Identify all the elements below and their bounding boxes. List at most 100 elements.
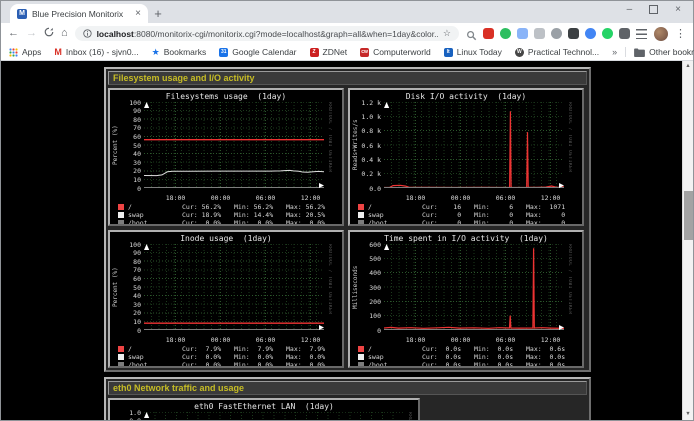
speaker-extension-icon[interactable] bbox=[551, 28, 562, 39]
profile-avatar[interactable] bbox=[654, 27, 668, 41]
window-close-button[interactable]: × bbox=[675, 4, 681, 15]
legend-swatch bbox=[358, 346, 364, 352]
forward-button-icon[interactable]: → bbox=[26, 28, 37, 39]
bookmark-apps[interactable]: Apps bbox=[9, 47, 41, 57]
address-bar[interactable]: localhost:8080/monitorix-cgi/monitorix.c… bbox=[75, 26, 459, 41]
legend-value: Cur: 0.0s bbox=[422, 361, 474, 368]
window-maximize-button[interactable] bbox=[649, 5, 658, 14]
tab-close-icon[interactable]: × bbox=[135, 9, 141, 19]
bookmark-zdnet-icon: Z bbox=[310, 48, 319, 57]
x-tick-label: 00:00 bbox=[448, 194, 474, 202]
graph-panel-inode-usage[interactable]: Inode usage (1day)Percent (%)10090807060… bbox=[108, 230, 344, 368]
browser-menu-icon[interactable]: ⋮ bbox=[675, 27, 686, 40]
evernote-extension-icon[interactable] bbox=[500, 28, 511, 39]
url-path: :8080/monitorix-cgi/monitorix.cgi?mode=l… bbox=[134, 29, 438, 39]
legend-label: / bbox=[368, 345, 422, 353]
x-axis-ticks: 18:0000:0006:0012:00 bbox=[384, 335, 564, 344]
y-axis-label: Percent (%) bbox=[112, 102, 121, 188]
section-header-filesystem: Filesystem usage and I/O activity bbox=[108, 71, 587, 85]
graph-title: Disk I/O activity (1day) bbox=[352, 92, 580, 102]
scrollbar-up-arrow[interactable]: ▲ bbox=[683, 61, 693, 72]
y-tick-label: 300 bbox=[369, 284, 381, 292]
legend-value: Max: 56.2% bbox=[286, 203, 338, 211]
bookmark-linux-today[interactable]: ltLinux Today bbox=[444, 47, 502, 57]
graph-panel-time-spent-io[interactable]: Time spent in I/O activity (1day)Millise… bbox=[348, 230, 584, 368]
y-tick-label: 200 bbox=[369, 298, 381, 306]
whatsapp-extension-icon[interactable] bbox=[602, 28, 613, 39]
apps-grid-icon bbox=[9, 48, 18, 57]
bookmark-label: Practical Technol... bbox=[528, 47, 599, 57]
y-tick-label: 0.8 k bbox=[361, 127, 381, 135]
graph-panel-disk-io-activity[interactable]: Disk I/O activity (1day)Reads+Writes/s1.… bbox=[348, 88, 584, 226]
bookmark-computerworld[interactable]: cwComputerworld bbox=[360, 47, 431, 57]
url-text[interactable]: localhost:8080/monitorix-cgi/monitorix.c… bbox=[97, 29, 438, 39]
screenshot-extension-icon[interactable] bbox=[534, 28, 545, 39]
mail-extension-icon[interactable] bbox=[483, 28, 494, 39]
star-icon: ★ bbox=[152, 48, 160, 57]
y-tick-label: 0.9 bbox=[129, 417, 141, 420]
legend-row: /Cur: 7.9%Min: 7.9%Max: 7.9% bbox=[118, 345, 338, 353]
bookmark-inbox[interactable]: MInbox (16) - sjvn0... bbox=[54, 47, 138, 57]
legend-value: Cur: 0.0s bbox=[422, 353, 474, 361]
browser-toolbar: ← → ⌂ localhost:8080/monitorix-cgi/monit… bbox=[1, 23, 693, 44]
reload-button-icon[interactable] bbox=[44, 27, 54, 40]
y-axis-ticks: 1009080706050403020100 bbox=[121, 102, 144, 188]
y-tick-label: 10 bbox=[133, 318, 141, 326]
scrollbar-down-arrow[interactable]: ▼ bbox=[683, 409, 693, 420]
window-minimize-button[interactable]: – bbox=[627, 4, 633, 15]
y-tick-label: 40 bbox=[133, 292, 141, 300]
y-axis-label: Percent (%) bbox=[112, 244, 121, 330]
legend-row: swapCur: 0Min: 0Max: 0 bbox=[358, 211, 578, 219]
y-tick-label: 0.2 k bbox=[361, 170, 381, 178]
x-tick-label: 18:00 bbox=[403, 336, 429, 344]
dark-mode-extension-icon[interactable] bbox=[568, 28, 579, 39]
legend-label: / bbox=[368, 203, 422, 211]
x-axis-ticks: 18:0000:0006:0012:00 bbox=[384, 193, 564, 202]
y-tick-label: 600 bbox=[369, 241, 381, 249]
legend-value: Cur: 16 bbox=[422, 203, 474, 211]
plot-area bbox=[144, 102, 324, 193]
browser-window: M Blue Precision Monitorix × + – × ← → ⌂… bbox=[0, 0, 694, 421]
graph-panel-eth0-traffic[interactable]: eth0 FastEthernet LAN (1day)1.00.90.80.7… bbox=[108, 398, 420, 420]
y-tick-label: 0.0 bbox=[369, 185, 381, 193]
legend-value: Min: 0.0% bbox=[234, 219, 286, 226]
rrdtool-watermark: RRDTOOL / TOBI OETIKER bbox=[324, 102, 332, 188]
new-tab-button[interactable]: + bbox=[148, 5, 168, 23]
other-bookmarks-button[interactable]: Other bookmarks bbox=[634, 47, 694, 57]
x-tick-label: 18:00 bbox=[163, 336, 189, 344]
legend-swatch bbox=[118, 362, 124, 368]
y-axis-ticks: 1.00.90.80.70.60.50.40.30.20.10.0 bbox=[121, 412, 144, 420]
legend-label: swap bbox=[368, 211, 422, 219]
browser-tab[interactable]: M Blue Precision Monitorix × bbox=[10, 4, 148, 23]
copy-extension-icon[interactable] bbox=[517, 28, 528, 39]
bookmarks-overflow-chevron[interactable]: » bbox=[612, 47, 617, 57]
x-tick-label: 00:00 bbox=[208, 336, 234, 344]
puzzle-extensions-icon[interactable] bbox=[619, 28, 630, 39]
meet-extension-icon[interactable] bbox=[585, 28, 596, 39]
legend-label: swap bbox=[128, 353, 182, 361]
legend-label: /boot bbox=[128, 361, 182, 368]
x-tick-label: 06:00 bbox=[253, 194, 279, 202]
y-tick-label: 0 bbox=[137, 185, 141, 193]
search-extension-icon[interactable] bbox=[466, 28, 477, 39]
bookmark-zdnet[interactable]: ZZDNet bbox=[310, 47, 348, 57]
reading-list-icon[interactable] bbox=[636, 29, 647, 39]
graph-panel-filesystems-usage[interactable]: Filesystems usage (1day)Percent (%)10090… bbox=[108, 88, 344, 226]
y-tick-label: 500 bbox=[369, 255, 381, 263]
bookmark-star-icon[interactable]: ☆ bbox=[443, 28, 451, 39]
folder-icon bbox=[634, 48, 645, 57]
legend-label: / bbox=[128, 203, 182, 211]
scrollbar-thumb[interactable] bbox=[684, 191, 693, 240]
y-tick-label: 0.6 k bbox=[361, 142, 381, 150]
info-icon[interactable] bbox=[83, 29, 92, 38]
back-button-icon[interactable]: ← bbox=[8, 28, 19, 39]
bookmark-practical-technology[interactable]: WPractical Technol... bbox=[515, 47, 599, 57]
legend-swatch bbox=[118, 204, 124, 210]
bookmark-bookmarks[interactable]: ★Bookmarks bbox=[152, 47, 207, 57]
legend-value: Max: 0.0% bbox=[286, 353, 338, 361]
legend-value: Max: 0 bbox=[526, 211, 578, 219]
scrollbar[interactable]: ▲ ▼ bbox=[682, 61, 693, 420]
legend-row: /Cur: 0.0sMin: 0.0sMax: 0.6s bbox=[358, 345, 578, 353]
bookmark-google-calendar[interactable]: 31Google Calendar bbox=[219, 47, 296, 57]
home-button-icon[interactable]: ⌂ bbox=[61, 28, 68, 39]
